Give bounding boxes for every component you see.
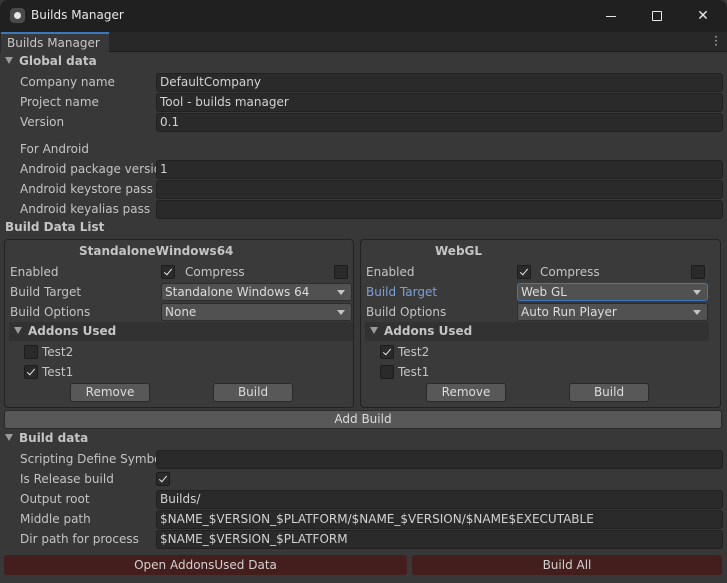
enabled-checkbox[interactable]	[517, 265, 531, 279]
enabled-label: Enabled	[10, 265, 59, 279]
minimize-icon	[606, 15, 616, 17]
addon-checkbox[interactable]	[24, 345, 38, 359]
compress-checkbox[interactable]	[691, 265, 705, 279]
build-target-value: Web GL	[521, 285, 567, 299]
build-data-foldout[interactable]: Build data	[5, 431, 88, 445]
build-options-dropdown[interactable]: Auto Run Player	[517, 303, 708, 321]
build-button[interactable]: Build	[569, 383, 649, 402]
foldout-arrow-icon	[5, 434, 13, 441]
enabled-label: Enabled	[366, 265, 415, 279]
android-keystore-pass-field[interactable]	[156, 180, 723, 199]
build-panel-standalone: StandaloneWindows64 Enabled Compress Bui…	[4, 239, 354, 408]
build-panel-title: WebGL	[435, 244, 483, 258]
android-keyalias-pass-label: Android keyalias pass	[20, 202, 151, 216]
build-options-label: Build Options	[10, 305, 91, 319]
remove-button[interactable]: Remove	[426, 383, 506, 402]
build-button[interactable]: Build	[213, 383, 293, 402]
build-target-dropdown[interactable]: Standalone Windows 64	[161, 283, 352, 301]
foldout-arrow-icon	[5, 57, 13, 64]
dir-path-field[interactable]: $NAME_$VERSION_$PLATFORM	[156, 530, 723, 549]
output-root-field[interactable]: Builds/	[156, 490, 723, 509]
global-data-header: Global data	[19, 54, 97, 68]
is-release-label: Is Release build	[20, 472, 114, 486]
company-name-label: Company name	[20, 75, 115, 89]
compress-checkbox[interactable]	[334, 265, 348, 279]
close-button[interactable]: ✕	[680, 0, 726, 32]
chevron-down-icon	[693, 290, 701, 295]
maximize-button[interactable]	[634, 0, 680, 32]
addon-label: Test2	[398, 345, 430, 359]
scripting-define-field[interactable]	[156, 450, 723, 469]
build-target-label: Build Target	[10, 285, 82, 299]
foldout-arrow-icon	[370, 327, 378, 334]
build-options-value: None	[165, 305, 197, 319]
build-options-dropdown[interactable]: None	[161, 303, 352, 321]
addon-label: Test1	[42, 365, 74, 379]
android-keyalias-pass-field[interactable]	[156, 200, 723, 219]
addons-used-header: Addons Used	[384, 324, 473, 338]
addon-checkbox[interactable]	[380, 345, 394, 359]
build-data-list-header: Build Data List	[5, 220, 105, 234]
android-package-version-label: Android package versio	[20, 162, 162, 176]
build-options-value: Auto Run Player	[521, 305, 617, 319]
addon-label: Test1	[398, 365, 430, 379]
open-addons-data-button[interactable]: Open AddonsUsed Data	[4, 555, 407, 575]
unity-icon	[10, 8, 25, 23]
kebab-menu-icon[interactable]: · · ·	[714, 31, 718, 51]
addons-used-foldout[interactable]: Addons Used	[365, 322, 709, 341]
build-data-header: Build data	[19, 431, 89, 445]
dir-path-label: Dir path for process	[20, 532, 139, 546]
minimize-button[interactable]	[588, 0, 634, 32]
version-field[interactable]: 0.1	[156, 113, 723, 132]
global-data-foldout[interactable]: Global data	[5, 54, 97, 68]
middle-path-field[interactable]: $NAME_$VERSION_$PLATFORM/$NAME_$VERSION/…	[156, 510, 723, 529]
close-icon: ✕	[697, 8, 709, 24]
is-release-checkbox[interactable]	[156, 472, 170, 486]
build-panel-webgl: WebGL Enabled Compress Build Target Web …	[360, 239, 721, 408]
addons-used-header: Addons Used	[28, 324, 117, 338]
for-android-label: For Android	[20, 142, 89, 156]
maximize-icon	[652, 11, 662, 21]
addon-checkbox[interactable]	[380, 365, 394, 379]
project-name-label: Project name	[20, 95, 99, 109]
compress-label: Compress	[185, 265, 245, 279]
version-label: Version	[20, 115, 65, 129]
chevron-down-icon	[337, 310, 345, 315]
chevron-down-icon	[337, 290, 345, 295]
scripting-define-label: Scripting Define Symbo	[20, 452, 162, 466]
addon-label: Test2	[42, 345, 74, 359]
build-all-button[interactable]: Build All	[412, 555, 722, 575]
tab-builds-manager[interactable]: Builds Manager	[1, 32, 109, 53]
build-target-value: Standalone Windows 64	[165, 285, 310, 299]
compress-label: Compress	[540, 265, 600, 279]
addons-used-foldout[interactable]: Addons Used	[9, 322, 353, 341]
title-bar: Builds Manager ✕	[0, 0, 727, 32]
foldout-arrow-icon	[14, 327, 22, 334]
enabled-checkbox[interactable]	[161, 265, 175, 279]
build-target-label: Build Target	[366, 285, 438, 299]
build-target-dropdown[interactable]: Web GL	[517, 283, 708, 301]
output-root-label: Output root	[20, 492, 90, 506]
android-keystore-pass-label: Android keystore pass	[20, 182, 153, 196]
tab-bar: Builds Manager · · ·	[0, 31, 727, 53]
project-name-field[interactable]: Tool - builds manager	[156, 93, 723, 112]
remove-button[interactable]: Remove	[70, 383, 150, 402]
chevron-down-icon	[693, 310, 701, 315]
middle-path-label: Middle path	[20, 512, 91, 526]
android-package-version-field[interactable]: 1	[156, 160, 723, 179]
build-panel-title: StandaloneWindows64	[79, 244, 234, 258]
window-title: Builds Manager	[31, 8, 124, 22]
company-name-field[interactable]: DefaultCompany	[156, 73, 723, 92]
add-build-button[interactable]: Add Build	[4, 410, 722, 429]
build-options-label: Build Options	[366, 305, 447, 319]
addon-checkbox[interactable]	[24, 365, 38, 379]
